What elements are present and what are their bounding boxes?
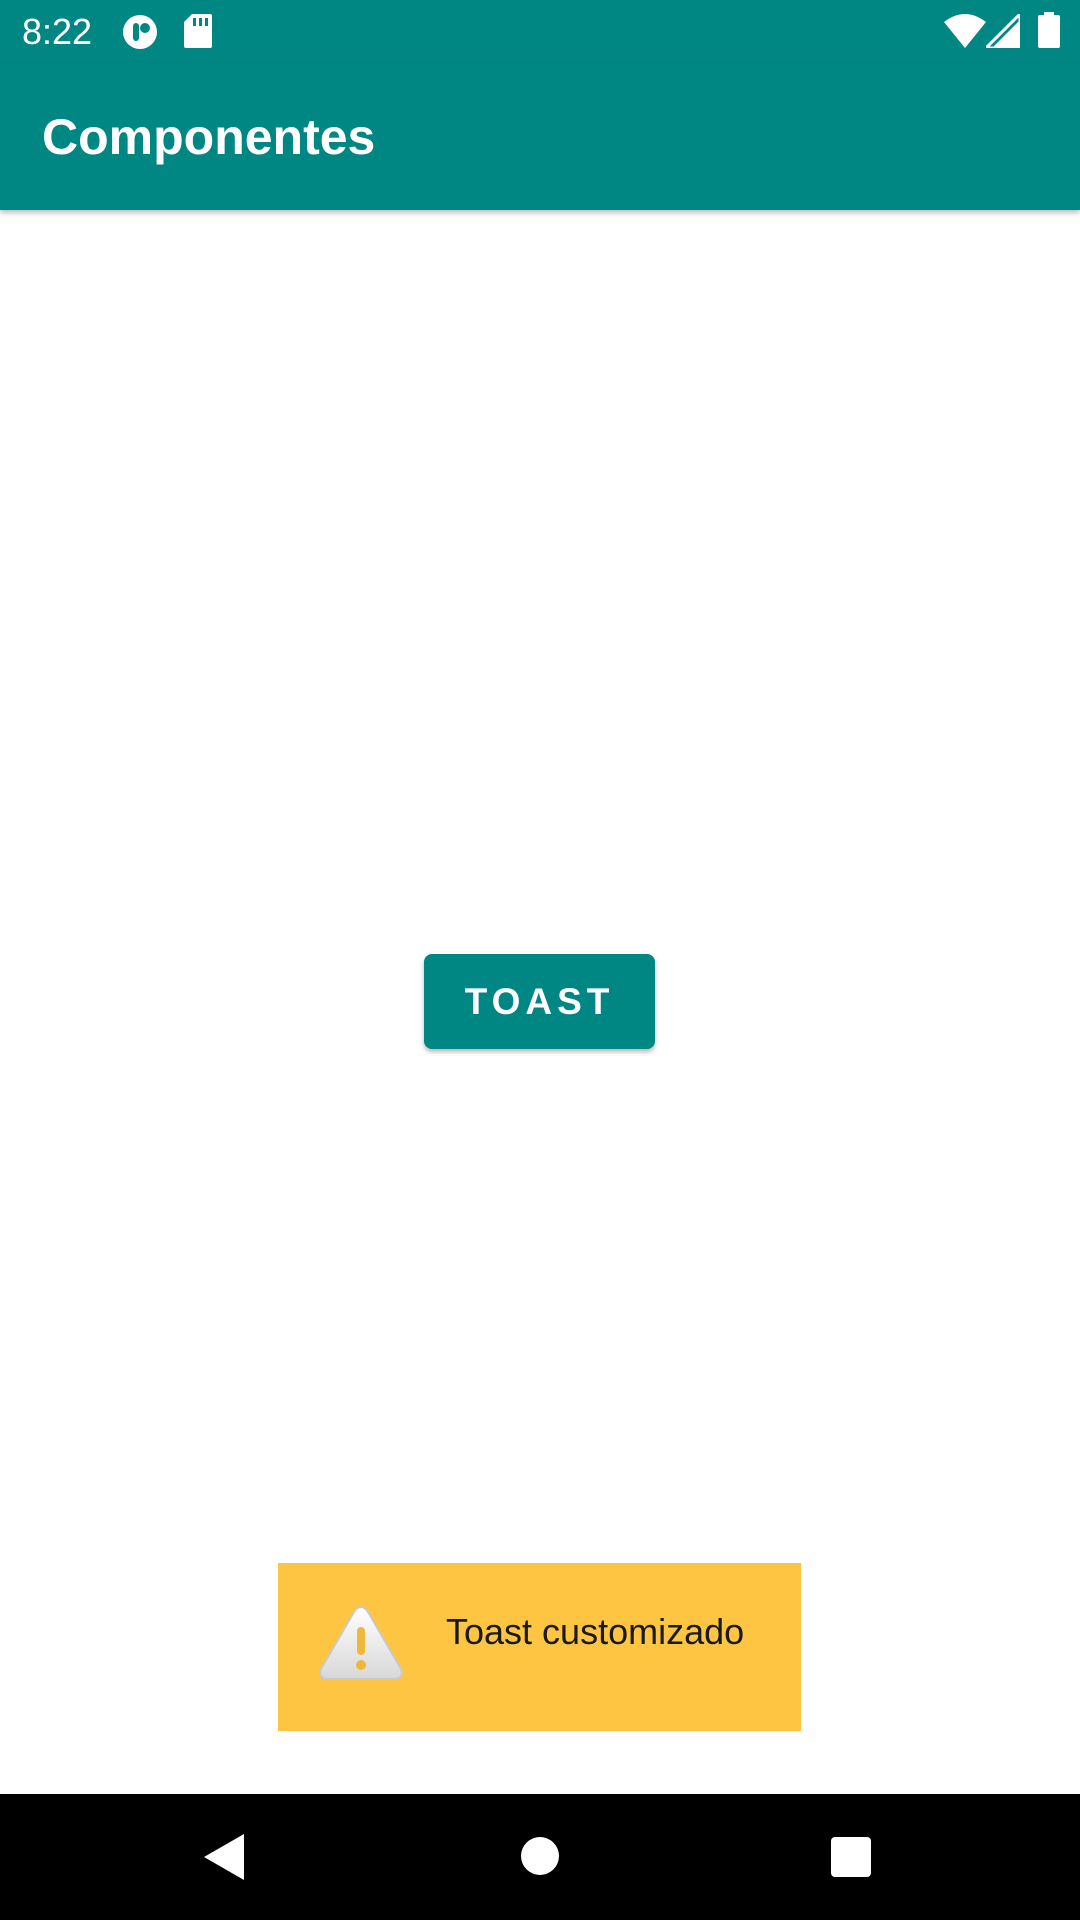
toast-button[interactable]: TOAST	[424, 954, 655, 1049]
home-icon[interactable]	[519, 1835, 561, 1877]
screen: 8:22 Componentes TOAST Toast customizado	[0, 0, 1080, 1920]
recents-icon[interactable]	[830, 1836, 872, 1878]
navigation-bar	[0, 1794, 1080, 1920]
status-bar: 8:22	[0, 0, 1080, 63]
cell-signal-icon	[986, 14, 1020, 48]
app-notification-icon	[123, 15, 157, 49]
toast-message: Toast customizado	[446, 1611, 745, 1652]
warning-icon	[319, 1605, 403, 1680]
back-icon[interactable]	[204, 1834, 244, 1880]
app-bar: Componentes	[0, 63, 1080, 210]
battery-icon	[1038, 12, 1060, 48]
sd-card-icon	[184, 14, 212, 48]
app-title: Componentes	[42, 109, 376, 165]
status-time: 8:22	[22, 11, 93, 52]
wifi-icon	[944, 14, 986, 48]
